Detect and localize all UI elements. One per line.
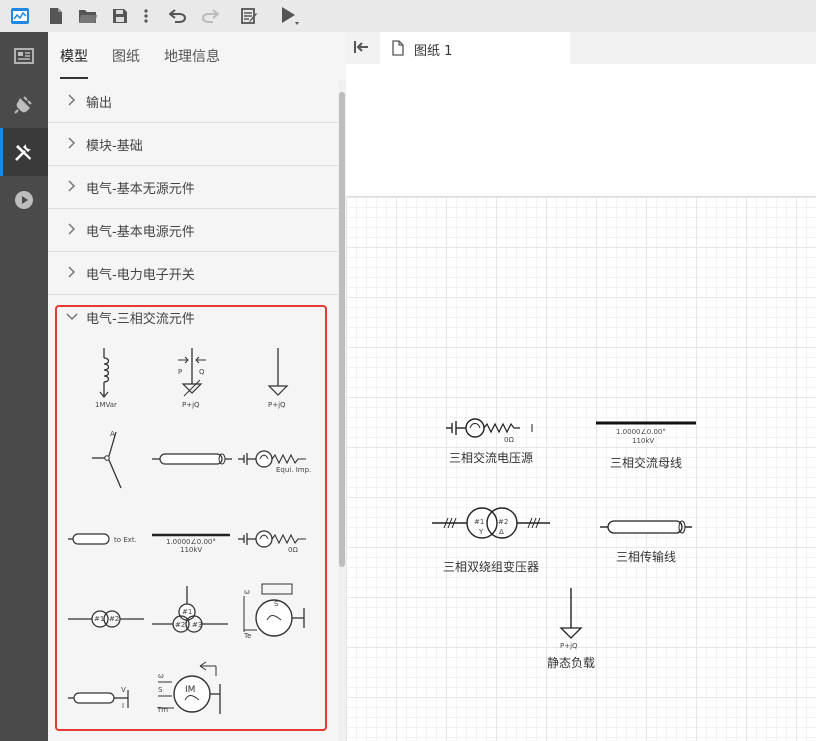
category-module-basic[interactable]: 模块-基础 <box>48 123 338 166</box>
dashboard-icon[interactable] <box>0 32 48 80</box>
run-icon[interactable] <box>278 4 302 28</box>
source-value: 0Ω <box>504 436 514 444</box>
scrollbar-thumb[interactable] <box>339 92 345 567</box>
to-ext-label: to Ext. <box>114 536 137 544</box>
static-load-label: P+jQ <box>268 401 286 409</box>
category-label: 电气-基本电源元件 <box>86 225 195 240</box>
app-logo-icon[interactable] <box>8 4 32 28</box>
category-sources[interactable]: 电气-基本电源元件 <box>48 209 338 252</box>
palette-static-load[interactable]: P+jQ <box>260 348 296 410</box>
canvas-transformer-label: 三相双绕组变压器 <box>443 560 540 574</box>
im-label: IM <box>185 685 195 695</box>
tab-model[interactable]: 模型 <box>60 46 88 66</box>
canvas-three-phase-bus[interactable]: 1.0000∠0.00° 110kV <box>596 420 696 448</box>
category-passive[interactable]: 电气-基本无源元件 <box>48 166 338 209</box>
palette-to-ext[interactable]: to Ext. <box>68 532 148 546</box>
xfmr-d: Δ <box>499 528 504 536</box>
palette-three-winding-xfmr[interactable]: #1 #2 #3 <box>152 586 232 638</box>
canvas-bus-label: 三相交流母线 <box>610 456 683 470</box>
chevron-right-icon <box>68 180 76 192</box>
palette-shunt-reactor[interactable]: 1MVar <box>92 348 122 410</box>
xfmr-2-label: #2 <box>109 615 119 623</box>
play-icon[interactable] <box>0 176 48 224</box>
palette-fault[interactable]: A <box>88 426 128 490</box>
im-s-label: S <box>158 686 163 694</box>
bus-kv-label: 110kV <box>180 546 202 554</box>
canvas-static-load[interactable]: P+jQ <box>556 588 590 652</box>
xfmr3-1-label: #1 <box>182 608 192 616</box>
save-icon[interactable] <box>108 4 132 28</box>
more-vert-icon[interactable] <box>134 4 158 28</box>
tab-drawing[interactable]: 图纸 <box>112 46 140 66</box>
palette-source[interactable]: 0Ω <box>238 526 318 556</box>
xfmr3-3-label: #3 <box>192 621 202 629</box>
palette-induction-machine[interactable]: IM ω S Tm <box>154 661 234 724</box>
meter-i-label: I <box>122 702 124 710</box>
category-power-electronics[interactable]: 电气-电力电子开关 <box>48 252 338 295</box>
im-tm-label: Tm <box>156 706 168 714</box>
bus-value: 1.0000∠0.00° <box>616 428 666 436</box>
canvas-source-label: 三相交流电压源 <box>449 451 534 465</box>
redo-icon[interactable] <box>198 4 222 28</box>
category-label: 模块-基础 <box>86 139 143 154</box>
xfmr-1-label: #1 <box>94 615 104 623</box>
open-folder-icon[interactable] <box>76 4 100 28</box>
tab-title: 图纸 1 <box>414 44 453 59</box>
sm-te-label: Te <box>243 632 251 640</box>
xfmr-y: Y <box>478 528 484 536</box>
chevron-right-icon <box>68 137 76 149</box>
tab-geo-info[interactable]: 地理信息 <box>164 46 220 66</box>
edit-doc-icon[interactable] <box>238 4 262 28</box>
category-label: 输出 <box>86 96 113 111</box>
p-label: P <box>178 368 182 376</box>
palette-transmission-line[interactable] <box>152 452 232 466</box>
canvas-three-phase-source[interactable]: 0Ω <box>446 416 542 444</box>
tools-icon[interactable] <box>0 128 48 176</box>
palette-sync-machine[interactable]: S ω Te <box>240 582 320 644</box>
left-rail <box>0 32 48 741</box>
canvas-line-label: 三相传输线 <box>616 550 677 564</box>
bus-value-label: 1.0000∠0.00° <box>166 538 216 546</box>
toolbar <box>0 0 816 32</box>
palette-two-winding-xfmr[interactable]: #1 #2 <box>68 606 148 632</box>
palette-bus[interactable]: 1.0000∠0.00° 110kV <box>152 532 232 556</box>
q-label: Q <box>199 368 205 376</box>
tab-underline <box>60 77 88 79</box>
bus-kv: 110kV <box>632 437 654 445</box>
plugin-icon[interactable] <box>0 80 48 128</box>
palette-meter-line[interactable]: V I <box>68 684 136 714</box>
xfmr-w1: #1 <box>474 518 484 526</box>
chevron-right-icon <box>68 266 76 278</box>
source-ohm-label: 0Ω <box>288 546 298 554</box>
palette-pq-load-arrows[interactable]: P Q P+jQ <box>172 348 212 410</box>
new-file-icon[interactable] <box>44 4 68 28</box>
canvas-top-area <box>346 64 816 195</box>
sm-w-label: ω <box>244 588 250 596</box>
collapse-panel-icon[interactable] <box>354 40 370 56</box>
equiv-source-label: Equi. Imp. <box>276 466 311 474</box>
canvas-transmission-line[interactable] <box>600 519 694 535</box>
tab-drawing-1[interactable]: 图纸 1 <box>380 32 570 64</box>
shunt-reactor-label: 1MVar <box>95 401 117 409</box>
category-output[interactable]: 输出 <box>48 80 338 123</box>
im-w-label: ω <box>158 672 164 680</box>
category-label: 电气-电力电子开关 <box>86 268 195 283</box>
category-label: 电气-基本无源元件 <box>86 182 195 197</box>
sm-s-label: S <box>274 600 279 608</box>
chevron-right-icon <box>68 94 76 106</box>
undo-icon[interactable] <box>166 4 190 28</box>
xfmr3-2-label: #2 <box>175 621 185 629</box>
panel-tabs: 模型 图纸 地理信息 <box>48 32 346 80</box>
meter-v-label: V <box>121 686 126 694</box>
load-pq: P+jQ <box>560 642 578 650</box>
xfmr-w2: #2 <box>498 518 508 526</box>
palette-equiv-source[interactable]: Equi. Imp. <box>238 446 318 476</box>
canvas-two-winding-transformer[interactable]: #1 #2 Y Δ <box>432 506 552 540</box>
document-icon <box>392 40 404 60</box>
canvas-load-label: 静态负载 <box>547 656 596 670</box>
pq-label: P+jQ <box>182 401 200 409</box>
chevron-right-icon <box>68 223 76 235</box>
